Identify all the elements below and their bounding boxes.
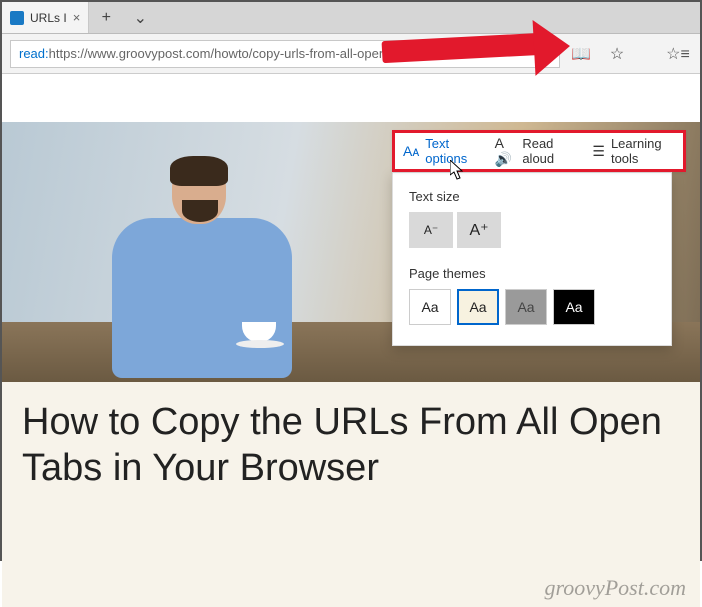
new-tab-button[interactable]: + xyxy=(89,2,123,33)
text-size-row: A⁻ A⁺ xyxy=(409,212,655,248)
tab-title: URLs I xyxy=(30,11,67,25)
learning-tools-icon: ☰ xyxy=(592,143,605,160)
address-bar-row: read:https://www.groovypost.com/howto/co… xyxy=(2,34,700,74)
theme-light[interactable]: Aa xyxy=(409,289,451,325)
page-themes-heading: Page themes xyxy=(409,266,655,281)
tab-dropdown-button[interactable]: ⌄ xyxy=(123,2,157,33)
page-content: Aᴀ Text options A🔊 Read aloud ☰ Learning… xyxy=(2,122,700,607)
edge-icon xyxy=(10,11,24,25)
page-themes-row: Aa Aa Aa Aa xyxy=(409,289,655,325)
tab-strip: URLs I × + ⌄ xyxy=(2,2,700,34)
watermark: groovyPost.com xyxy=(544,575,686,601)
text-options-panel: Text size A⁻ A⁺ Page themes Aa Aa Aa Aa xyxy=(392,172,672,346)
favorites-bar-icon[interactable]: ☆≡ xyxy=(664,44,692,64)
read-aloud-icon: A🔊 xyxy=(495,135,517,168)
text-size-decrease[interactable]: A⁻ xyxy=(409,212,453,248)
cursor-icon xyxy=(450,160,466,185)
theme-gray[interactable]: Aa xyxy=(505,289,547,325)
learning-tools-label: Learning tools xyxy=(611,136,675,166)
reading-toolbar: Aᴀ Text options A🔊 Read aloud ☰ Learning… xyxy=(392,130,686,172)
article-title: How to Copy the URLs From All Open Tabs … xyxy=(2,382,700,491)
text-size-heading: Text size xyxy=(409,189,655,204)
read-aloud-button[interactable]: A🔊 Read aloud xyxy=(487,133,585,169)
theme-dark[interactable]: Aa xyxy=(553,289,595,325)
browser-tab[interactable]: URLs I × xyxy=(2,2,89,33)
close-icon[interactable]: × xyxy=(73,10,81,25)
text-options-button[interactable]: Aᴀ Text options xyxy=(395,133,487,169)
learning-tools-button[interactable]: ☰ Learning tools xyxy=(584,133,683,169)
read-aloud-label: Read aloud xyxy=(522,136,576,166)
favorite-star-icon[interactable]: ☆ xyxy=(602,40,632,68)
text-size-increase[interactable]: A⁺ xyxy=(457,212,501,248)
text-options-icon: Aᴀ xyxy=(403,143,419,159)
url-protocol: read: xyxy=(19,46,49,61)
theme-sepia[interactable]: Aa xyxy=(457,289,499,325)
